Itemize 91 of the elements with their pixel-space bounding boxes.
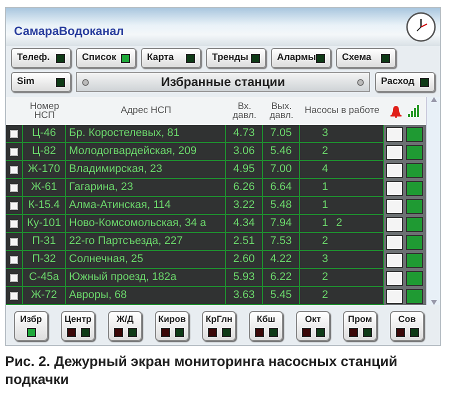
table-cell: 3.06: [226, 143, 263, 161]
district-button[interactable]: Центр: [61, 311, 95, 341]
district-button[interactable]: Киров: [155, 311, 189, 341]
table-cell: 6.64: [263, 179, 300, 197]
pump-number: 3: [322, 126, 328, 142]
row-checkbox[interactable]: [10, 238, 18, 246]
table-cell: Солнечная, 25: [66, 251, 226, 269]
table-cell: Ж-61: [23, 179, 66, 197]
table-cell: 5.45: [263, 287, 300, 305]
table-cell: К-15.4: [23, 197, 66, 215]
column-header: Вх. давл.: [232, 100, 258, 123]
table-cell: 5.48: [263, 197, 300, 215]
row-checkbox[interactable]: [10, 148, 18, 156]
nav-button[interactable]: Схема: [336, 48, 396, 68]
pump-number: 1: [322, 198, 328, 214]
table-cell: Владимирская, 23: [66, 161, 226, 179]
indicator-lamp-icon: [82, 78, 89, 86]
table-cell: 22-го Партсъезда, 227: [66, 233, 226, 251]
pump-number: 2: [336, 216, 342, 232]
district-button[interactable]: Сов: [390, 311, 424, 341]
table-cell: 6.22: [263, 269, 300, 287]
table-cell: 4.34: [226, 215, 263, 233]
pump-number: 2: [322, 144, 328, 160]
table-cell: Авроры, 68: [66, 287, 226, 305]
table-cell: 6.26: [226, 179, 263, 197]
table-cell: Ку-101: [23, 215, 66, 233]
table-cell: 7.05: [263, 125, 300, 143]
table-cell: Ц-82: [23, 143, 66, 161]
table-cell: 2.51: [226, 233, 263, 251]
pump-number: 4: [322, 162, 328, 178]
row-checkbox[interactable]: [10, 220, 18, 228]
row-checkbox[interactable]: [10, 166, 18, 174]
table-cell: 3.63: [226, 287, 263, 305]
table-cell: 2.60: [226, 251, 263, 269]
table-cell: Ц-46: [23, 125, 66, 143]
district-button[interactable]: Кбш: [249, 311, 283, 341]
district-button[interactable]: Избр: [14, 311, 48, 341]
district-button[interactable]: Пром: [343, 311, 377, 341]
column-header: Насосы в работе: [304, 104, 380, 118]
nav-button[interactable]: Список: [76, 48, 136, 68]
row-checkbox[interactable]: [10, 184, 18, 192]
figure-caption: Рис. 2. Дежурный экран мониторинга насосных станций подкачки: [5, 353, 398, 388]
pump-number: 2: [322, 234, 328, 250]
table-cell: 7.00: [263, 161, 300, 179]
nav-button[interactable]: Расход: [375, 72, 435, 92]
pump-number: 1: [322, 180, 328, 196]
table-cell: 7.94: [263, 215, 300, 233]
nav-button[interactable]: Телеф.: [11, 48, 71, 68]
alarm-bell-icon: [390, 104, 402, 118]
table-cell: 3.22: [226, 197, 263, 215]
district-button[interactable]: КрГлн: [202, 311, 236, 341]
indicator-lamp-icon: [357, 78, 364, 86]
table-cell: Алма-Атинская, 114: [66, 197, 226, 215]
row-checkbox[interactable]: [10, 256, 18, 264]
row-checkbox[interactable]: [10, 202, 18, 210]
row-checkbox[interactable]: [10, 292, 18, 300]
signal-icon: [408, 105, 420, 117]
clock-icon: [406, 12, 436, 42]
pump-number: 1: [322, 216, 328, 232]
row-checkbox[interactable]: [10, 130, 18, 138]
pump-number: 2: [322, 270, 328, 286]
table-cell: П-31: [23, 233, 66, 251]
table-cell: 4.22: [263, 251, 300, 269]
app-title: СамараВодоканал: [14, 23, 124, 40]
table-cell: П-32: [23, 251, 66, 269]
table-cell: Молодогвардейская, 209: [66, 143, 226, 161]
column-header: Номер НСП: [28, 100, 60, 123]
table-cell: Южный проезд, 182а: [66, 269, 226, 287]
row-checkbox[interactable]: [10, 274, 18, 282]
table-cell: С-45а: [23, 269, 66, 287]
table-cell: 7.53: [263, 233, 300, 251]
table-cell: 5.46: [263, 143, 300, 161]
table-cell: 4.73: [226, 125, 263, 143]
nav-button[interactable]: Карта: [141, 48, 201, 68]
table-cell: 5.93: [226, 269, 263, 287]
table-cell: 4.95: [226, 161, 263, 179]
pump-number: 2: [322, 288, 328, 304]
column-header: Вых. давл.: [268, 100, 294, 123]
district-button[interactable]: Окт: [296, 311, 330, 341]
nav-button[interactable]: Тренды: [206, 48, 266, 68]
pump-number: 3: [322, 252, 328, 268]
table-cell: Ж-72: [23, 287, 66, 305]
nav-button[interactable]: Sim: [11, 72, 71, 92]
column-header: Адрес НСП: [120, 104, 172, 118]
table-cell: Ж-170: [23, 161, 66, 179]
table-cell: Бр. Коростелевых, 81: [66, 125, 226, 143]
panel-title: Избранные станции: [160, 74, 286, 91]
table-cell: Гагарина, 23: [66, 179, 226, 197]
table-cell: Ново-Комсомольская, 34 а: [66, 215, 226, 233]
district-button[interactable]: Ж/Д: [108, 311, 142, 341]
nav-button[interactable]: Алармы: [271, 48, 331, 68]
